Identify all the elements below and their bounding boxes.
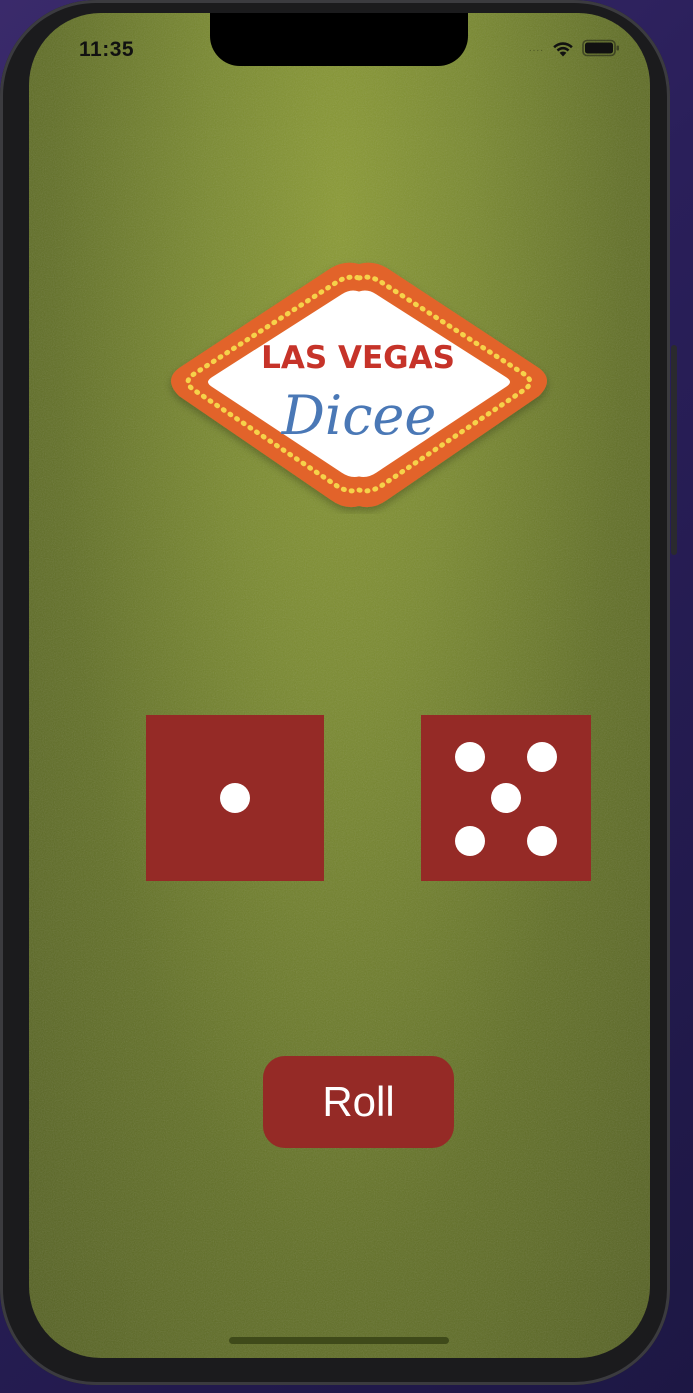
signal-dots: .... — [528, 42, 544, 54]
die-pip — [455, 826, 486, 857]
logo-script-text: Dicee — [281, 384, 437, 447]
status-time: 11:35 — [79, 38, 135, 61]
dicee-logo: LAS VEGAS Dicee — [171, 262, 547, 508]
side-button — [671, 345, 677, 555]
right-die — [421, 715, 591, 881]
wifi-icon — [553, 41, 573, 56]
app-screen: 11:35 .... LAS VEGAS Dicee Roll — [29, 13, 650, 1358]
die-pip — [455, 741, 486, 772]
status-icons: .... — [529, 39, 620, 57]
notch — [210, 13, 468, 66]
home-indicator[interactable] — [229, 1337, 449, 1344]
die-pip — [526, 826, 557, 857]
die-pip — [220, 783, 250, 813]
phone-device: 11:35 .... LAS VEGAS Dicee Roll — [0, 0, 693, 1393]
felt-texture — [29, 13, 650, 1358]
roll-button[interactable]: Roll — [263, 1056, 454, 1148]
left-die — [146, 715, 324, 881]
die-pip — [526, 741, 557, 772]
logo-top-text: LAS VEGAS — [261, 340, 455, 376]
die-pip — [491, 783, 521, 813]
battery-icon — [582, 39, 619, 57]
